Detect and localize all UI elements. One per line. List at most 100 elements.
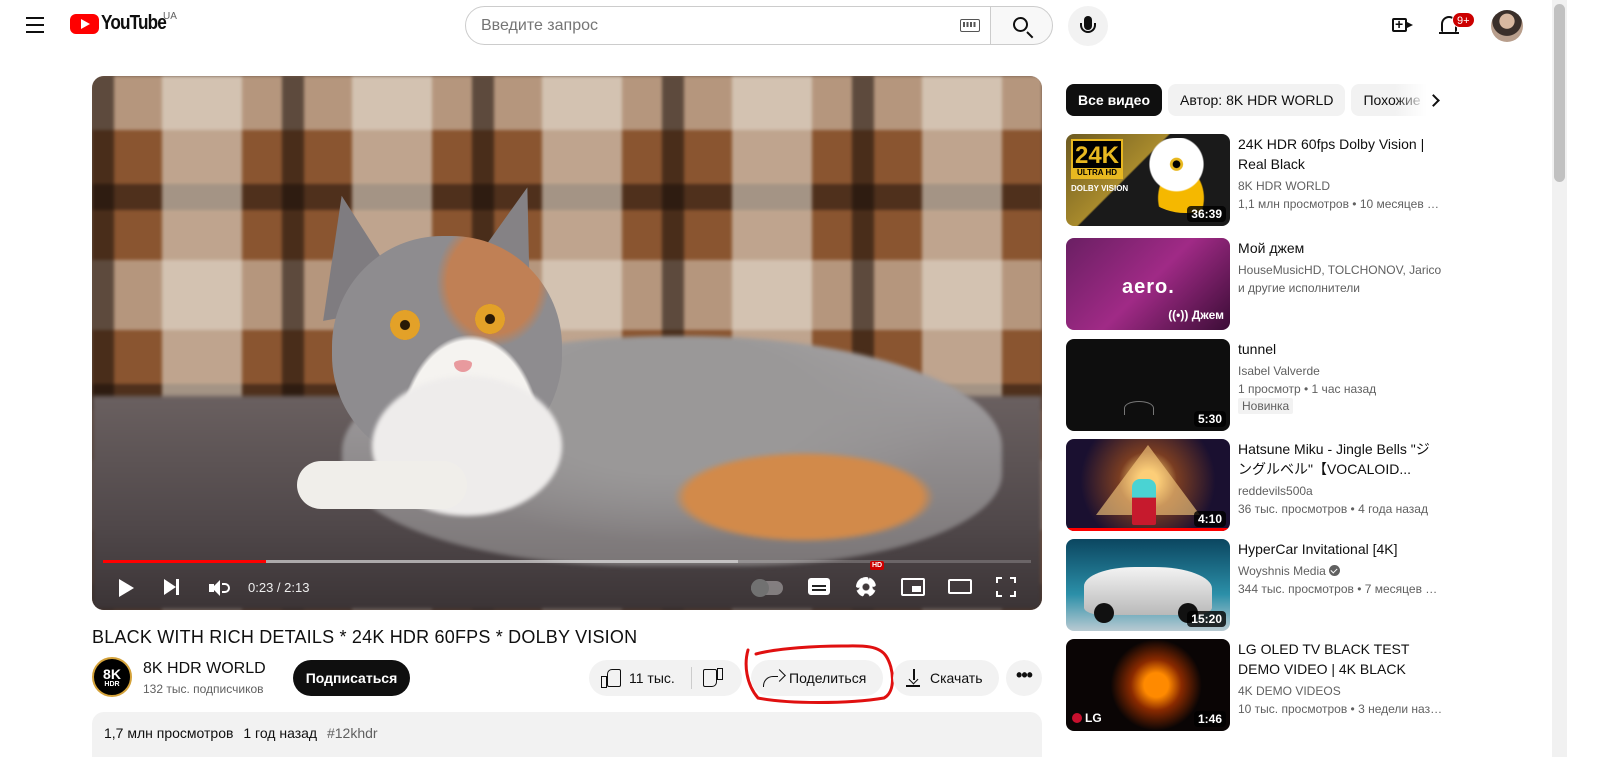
publish-date: 1 год назад: [243, 725, 318, 741]
notifications-badge: 9+: [1452, 12, 1475, 28]
view-count: 1,7 млн просмотров: [104, 725, 234, 741]
video-duration: 15:20: [1187, 611, 1226, 627]
related-filter-chips: Все видео Автор: 8K HDR WORLD Похожие: [1066, 84, 1446, 116]
mix-badge: ((•)) Джем: [1168, 308, 1224, 322]
mix-thumbnail: aero. ((•)) Джем: [1066, 238, 1230, 330]
thumbnail-character: [1132, 479, 1156, 525]
new-badge: Новинка: [1238, 398, 1294, 414]
description-box[interactable]: 1,7 млн просмотров 1 год назад #12khdr: [92, 712, 1042, 757]
recommendation-title: tunnel: [1238, 341, 1277, 357]
scrollbar-thumb[interactable]: [1554, 4, 1565, 182]
channel-name[interactable]: 8K HDR WORLD: [143, 660, 266, 678]
recommendation-item[interactable]: 4:10 Hatsune Miku - Jingle Bells "ジングルベル…: [1066, 439, 1446, 533]
video-player[interactable]: 0:23 / 2:13 HD: [92, 76, 1042, 610]
share-label: Поделиться: [789, 670, 867, 686]
channel-avatar-subtext: HDR: [104, 681, 120, 688]
video-title: BLACK WITH RICH DETAILS * 24K HDR 60FPS …: [92, 627, 638, 647]
time-display: 0:23 / 2:13: [248, 580, 310, 595]
create-video-icon: [1392, 16, 1413, 32]
hashtag-link[interactable]: #12khdr: [327, 725, 378, 741]
subscriber-count: 132 тыс. подписчиков: [143, 682, 264, 696]
video-thumbnail: 15:20: [1066, 539, 1230, 631]
like-count: 11 тыс.: [629, 670, 675, 686]
channel-avatar[interactable]: 8K HDR: [92, 657, 132, 697]
guide-menu-button[interactable]: [20, 10, 50, 40]
video-duration: 4:10: [1193, 511, 1226, 527]
youtube-logo[interactable]: YouTube: [70, 12, 177, 35]
voice-search-button[interactable]: [1068, 6, 1108, 46]
miniplayer-icon[interactable]: [901, 578, 925, 596]
autoplay-toggle[interactable]: [751, 579, 783, 597]
subscribe-button[interactable]: Подписаться: [293, 660, 410, 696]
search-button[interactable]: [990, 6, 1053, 45]
chip-author[interactable]: Автор: 8K HDR WORLD: [1168, 84, 1346, 116]
thumbnail-dolby-label: DOLBY VISION: [1071, 184, 1129, 193]
subtitles-icon[interactable]: [808, 578, 830, 595]
recommendation-meta: 36 тыс. просмотров • 4 года назад: [1238, 502, 1428, 516]
download-button[interactable]: Скачать: [893, 660, 999, 696]
video-thumbnail: 24K ULTRA HD DOLBY VISION 36:39: [1066, 134, 1230, 226]
search-input[interactable]: [481, 7, 951, 44]
gear-icon[interactable]: [856, 577, 876, 597]
recommendation-title: HyperCar Invitational [4K]: [1238, 541, 1398, 557]
video-duration: 1:46: [1193, 711, 1226, 727]
fullscreen-icon[interactable]: [996, 577, 1016, 597]
account-avatar[interactable]: [1491, 10, 1523, 42]
masthead: YouTube UA 9+: [0, 0, 1552, 52]
thumbnail-wheel: [1094, 603, 1114, 623]
like-button[interactable]: 11 тыс.: [589, 660, 689, 696]
keyboard-icon[interactable]: [960, 19, 980, 32]
recommendation-item[interactable]: 24K ULTRA HD DOLBY VISION 36:39 24K HDR …: [1066, 134, 1446, 228]
chip-all[interactable]: Все видео: [1066, 84, 1163, 116]
thumbnail-figure: [1124, 401, 1154, 415]
recommendation-meta: 1 просмотр • 1 час назад: [1238, 382, 1377, 396]
recommendation-channel: Woyshnis Media: [1238, 564, 1340, 578]
volume-icon[interactable]: [209, 580, 230, 596]
more-actions-button[interactable]: •••: [1006, 660, 1042, 696]
cat-paw: [297, 461, 467, 509]
dislike-button[interactable]: [692, 660, 742, 696]
create-button[interactable]: [1390, 14, 1414, 38]
cat-eye: [475, 304, 505, 334]
cat-eye: [390, 310, 420, 340]
share-button[interactable]: Поделиться: [751, 660, 883, 696]
video-frame: [92, 76, 1042, 610]
recommendation-channel: 4K DEMO VIDEOS: [1238, 684, 1341, 698]
theater-mode-icon[interactable]: [948, 579, 972, 594]
channel-avatar-text: 8K: [103, 666, 121, 682]
recommendation-meta: и другие исполнители: [1238, 281, 1360, 295]
video-duration: 36:39: [1187, 206, 1226, 222]
recommendation-item[interactable]: 15:20 HyperCar Invitational [4K] Woyshni…: [1066, 539, 1446, 633]
verified-check-icon: [1328, 565, 1340, 576]
next-icon[interactable]: [164, 579, 179, 595]
thumbnail-eagle-image: [1136, 138, 1226, 213]
recommendation-item[interactable]: 5:30 tunnel Isabel Valverde 1 просмотр •…: [1066, 339, 1446, 433]
share-icon: [763, 670, 783, 687]
download-label: Скачать: [930, 670, 983, 686]
hd-badge: HD: [870, 561, 885, 570]
thumb-up-icon: [601, 669, 621, 688]
fullscreen-corner: [996, 591, 1002, 597]
video-duration: 5:30: [1193, 411, 1226, 427]
recommendation-title: Мой джем: [1238, 240, 1305, 256]
lg-logo: LG: [1072, 711, 1102, 725]
progress-bar[interactable]: [103, 560, 1031, 563]
recommendation-item[interactable]: LG 1:46 LG OLED TV BLACK TEST DEMO VIDEO…: [1066, 639, 1446, 733]
player-controls: 0:23 / 2:13 HD: [92, 561, 1042, 606]
recommendation-meta: 1,1 млн просмотров • 10 месяцев назад: [1238, 197, 1443, 211]
country-code: UA: [163, 11, 177, 22]
recommendation-item[interactable]: aero. ((•)) Джем Мой джем HouseMusicHD, …: [1066, 238, 1446, 332]
video-thumbnail: 4:10: [1066, 439, 1230, 531]
youtube-play-icon: [70, 13, 99, 34]
description-meta: 1,7 млн просмотров 1 год назад #12khdr: [104, 725, 384, 741]
channel-name-text: Woyshnis Media: [1238, 564, 1326, 578]
recommendation-title: Hatsune Miku - Jingle Bells "ジングルベル"【VOC…: [1238, 441, 1430, 477]
hamburger-icon: [26, 17, 44, 19]
thumbnail-brand-text: aero.: [1122, 276, 1175, 298]
play-icon[interactable]: [119, 579, 134, 597]
progress-played: [103, 560, 267, 563]
like-dislike-group: 11 тыс.: [589, 660, 742, 696]
search-icon: [1013, 17, 1028, 32]
chevron-right-icon[interactable]: [1426, 92, 1444, 110]
recommendation-title: LG OLED TV BLACK TEST DEMO VIDEO | 4K BL…: [1238, 641, 1410, 677]
